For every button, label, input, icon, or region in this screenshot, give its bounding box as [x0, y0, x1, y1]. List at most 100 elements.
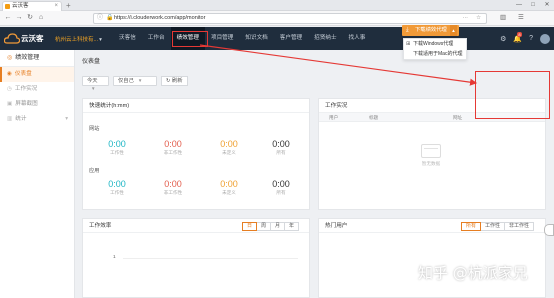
scope-value: 仅自己 — [118, 78, 134, 84]
top-users-card: 热门用户 所有 工作性 非工作性 — [318, 218, 546, 298]
reload-icon[interactable]: ↻ — [25, 13, 35, 23]
filter-work-button[interactable]: 工作性 — [480, 222, 506, 231]
sidebar-item-label: 统计 — [15, 116, 27, 122]
grid-line — [123, 258, 298, 259]
chart-icon: ▥ — [7, 116, 13, 122]
sidebar-item-dashboard[interactable]: ◉ 仪表盘 — [0, 67, 74, 82]
windows-icon: ⊞ — [406, 41, 411, 47]
menu-item-windows-agent[interactable]: ⊞ 下载Windows代理 — [404, 39, 466, 49]
stat-value: 0:00 — [164, 139, 182, 149]
side-scroll-handle[interactable] — [544, 224, 554, 236]
company-switcher[interactable]: 杭州云上科技有...▾ — [55, 35, 102, 43]
period-month-button[interactable]: 月 — [270, 222, 286, 231]
sidebar-item-screenshots[interactable]: ▣ 屏幕截图 — [0, 97, 74, 112]
notification-bell-icon[interactable]: 🔔 8 — [513, 31, 522, 43]
page-actions-icon[interactable]: ··· — [463, 14, 469, 23]
nav-item-find-people[interactable]: 找人事 — [343, 27, 372, 50]
clock-icon: ◷ — [7, 86, 12, 92]
chevron-down-icon: ▼ — [137, 78, 143, 83]
page-info-icon[interactable]: ⓘ — [97, 14, 103, 23]
column-header-url: 网址 — [453, 115, 463, 120]
page-title: 仪表盘 — [82, 59, 101, 65]
sidebar-item-statistics[interactable]: ▥ 统计 ▾ — [0, 112, 74, 127]
new-tab-button[interactable]: + — [66, 1, 71, 10]
column-header-user: 用户 — [329, 115, 339, 120]
stat-label: 未定义 — [222, 150, 236, 155]
period-day-button[interactable]: 日 — [242, 222, 258, 231]
tab-close-icon[interactable]: × — [54, 2, 58, 11]
stat-label: 非工作性 — [163, 150, 183, 155]
filter-all-button[interactable]: 所有 — [461, 222, 482, 231]
period-week-button[interactable]: 周 — [256, 222, 272, 231]
filter-bar: 今天▼ 仅自己 ▼ ↻ 刷新 — [82, 76, 188, 91]
empty-inbox-icon — [421, 144, 441, 158]
nav-item-projects[interactable]: 项目管理 — [205, 27, 239, 50]
dashboard-icon: ◉ — [7, 71, 12, 77]
nav-item-customers[interactable]: 客户管理 — [274, 27, 308, 50]
home-icon[interactable]: ⌂ — [36, 13, 46, 23]
empty-state-text: 暂无数据 — [421, 161, 441, 166]
sidebar-title-text: 绩效管理 — [15, 55, 40, 61]
nav-item-workbench[interactable]: 工作台 — [142, 27, 171, 50]
maximize-button[interactable]: □ — [526, 0, 540, 10]
refresh-button[interactable]: ↻ 刷新 — [161, 76, 188, 86]
stat-label: 所有 — [276, 150, 286, 155]
quick-stats-title: 快速统计(h:mm) — [83, 99, 309, 113]
y-axis-tick: 1 — [113, 255, 116, 260]
forward-arrow-icon[interactable]: → — [14, 13, 24, 23]
nav-item-knowledge[interactable]: 知识文档 — [239, 27, 273, 50]
period-value: 今天 — [87, 78, 98, 84]
annotation-highlight-nav — [172, 31, 208, 47]
avatar[interactable] — [540, 33, 550, 44]
stat-app-work: 0:00 工作性 — [101, 179, 133, 196]
apps-label: 应用 — [89, 168, 100, 174]
url-bar[interactable]: ⓘ 🔒 https://i.clouderwork.com/app/monito… — [93, 13, 487, 24]
period-year-button[interactable]: 年 — [284, 222, 300, 231]
app-logo[interactable]: 云沃客 — [4, 32, 48, 45]
browser-toolbar-icons[interactable]: ▥ ☰ — [500, 13, 529, 23]
logo-text: 云沃客 — [21, 34, 44, 43]
quick-stats-card: 快速统计(h:mm) 网站 0:00 工作性 0:00 非工作性 0:00 未定义 0… — [82, 98, 310, 210]
download-agent-button[interactable]: ⤓ 下载绩效代理 ▲ — [402, 25, 459, 36]
stat-label: 非工作性 — [163, 190, 183, 195]
stat-value: 0:00 — [108, 179, 126, 189]
tab-title: 云沃客 — [12, 3, 29, 9]
lock-icon: 🔒 — [106, 15, 114, 21]
stat-web-nonwork: 0:00 非工作性 — [157, 139, 189, 156]
stat-value: 0:00 — [164, 179, 182, 189]
column-header-title: 标题 — [369, 115, 379, 120]
efficiency-period-toggle: 日 周 月 年 — [242, 222, 300, 231]
chevron-up-icon[interactable]: ▲ — [450, 25, 457, 36]
stat-value: 0:00 — [220, 139, 238, 149]
stat-value: 0:00 — [220, 179, 238, 189]
stat-web-undefined: 0:00 未定义 — [213, 139, 245, 156]
chevron-down-icon: ▾ — [99, 37, 102, 43]
menu-item-mac-agent[interactable]: 下载适用于Mac的代理 — [404, 49, 466, 59]
refresh-label: 刷新 — [171, 78, 183, 84]
browser-tab-bar: 云沃客 × + — □ ✕ — [0, 0, 554, 11]
settings-gear-icon[interactable]: ⚙ — [500, 35, 506, 43]
help-icon[interactable]: ? — [529, 35, 533, 42]
websites-label: 网站 — [89, 126, 100, 132]
nav-item-recruiting[interactable]: 招贤纳士 — [308, 27, 342, 50]
company-name: 杭州云上科技有... — [55, 37, 99, 43]
stat-app-all: 0:00 所有 — [265, 179, 297, 196]
download-agent-label: 下载绩效代理 — [415, 27, 447, 33]
sidebar-title: ◎ 绩效管理 — [0, 50, 74, 67]
menu-item-label: 下载Windows代理 — [413, 41, 454, 47]
window-close-button[interactable]: ✕ — [540, 0, 554, 10]
download-icon: ⤓ — [406, 27, 409, 33]
filter-nonwork-button[interactable]: 非工作性 — [504, 222, 535, 231]
browser-tab[interactable]: 云沃客 × — [2, 1, 62, 11]
stat-value: 0:00 — [108, 139, 126, 149]
stat-app-nonwork: 0:00 非工作性 — [157, 179, 189, 196]
notification-badge: 8 — [517, 31, 522, 37]
back-arrow-icon[interactable]: ← — [3, 13, 13, 23]
browser-toolbar: ← → ↻ ⌂ ⓘ 🔒 https://i.clouderwork.com/ap… — [0, 11, 554, 26]
scope-select[interactable]: 仅自己 ▼ — [113, 76, 157, 86]
sidebar-item-work-live[interactable]: ◷ 工作实况 — [0, 82, 74, 97]
period-select[interactable]: 今天 ▼ — [82, 76, 109, 91]
minimize-button[interactable]: — — [512, 0, 526, 10]
bookmark-star-icon[interactable]: ☆ — [476, 14, 481, 23]
nav-item-woke-messenger[interactable]: 沃客信 — [113, 27, 142, 50]
